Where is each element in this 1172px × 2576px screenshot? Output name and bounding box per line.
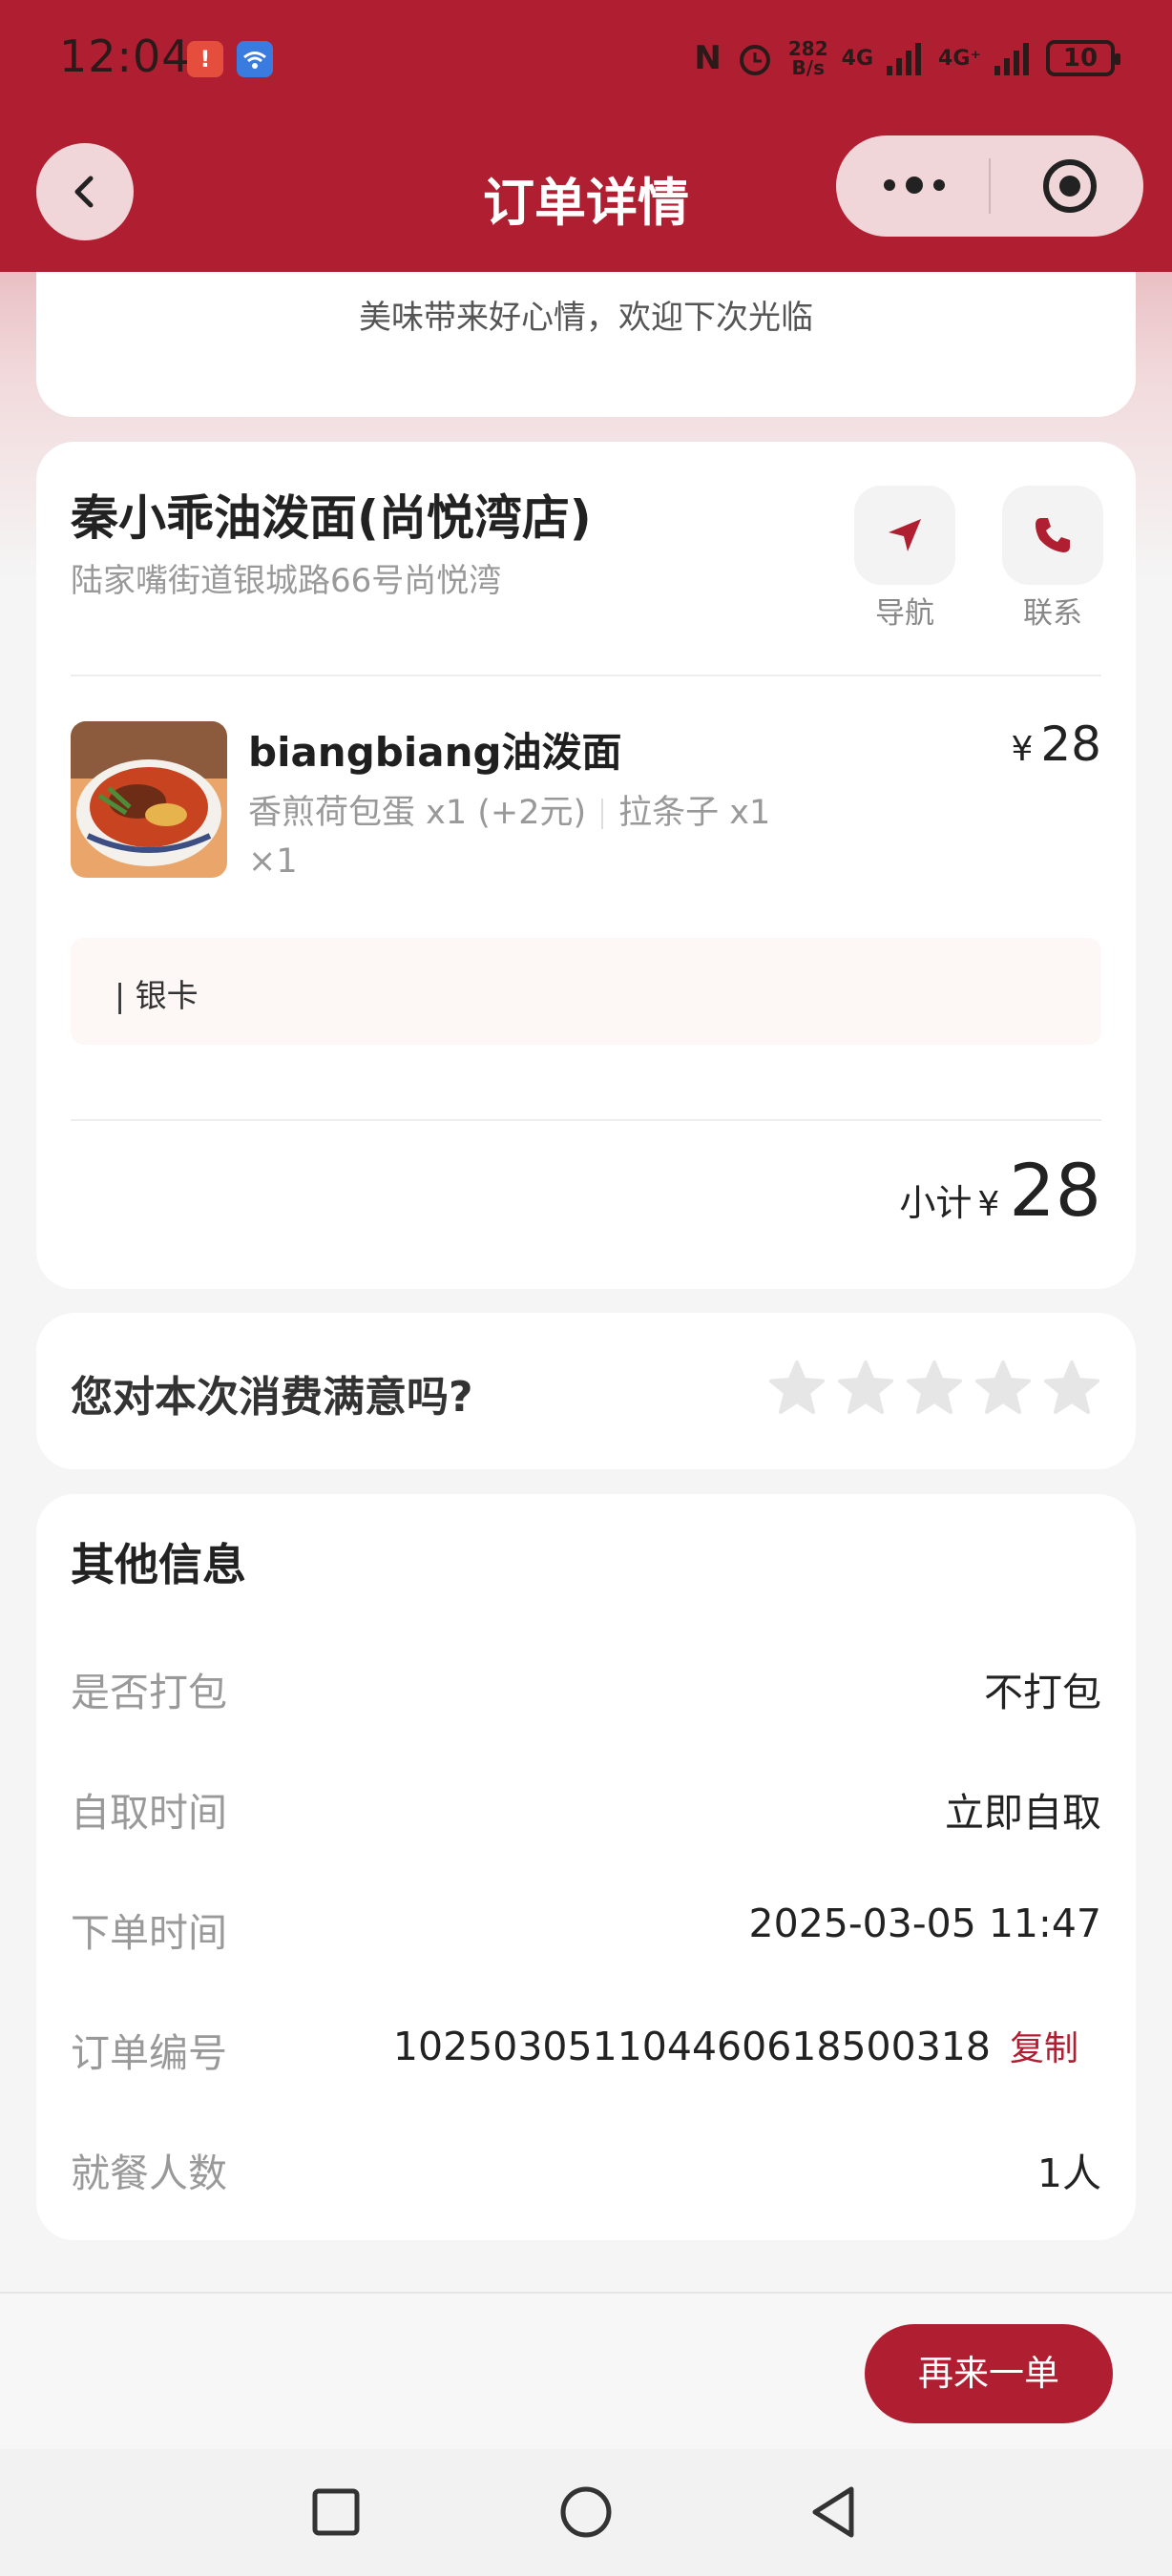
other-info-card: 其他信息 是否打包 不打包 自取时间 立即自取 下单时间 2025-03-05 … (36, 1494, 1136, 2240)
dish-price-value: 28 (1040, 717, 1101, 772)
alert-app-icon: ! (187, 41, 223, 77)
info-row-order-number: 订单编号 102503051104460618500318 复制 (71, 2021, 1101, 2078)
contact-button[interactable] (1002, 486, 1103, 585)
remark-text: | 银卡 (115, 977, 199, 1014)
close-mini-program-button[interactable] (1040, 156, 1099, 216)
mini-program-capsule (836, 135, 1143, 237)
system-navigation-bar (0, 2449, 1172, 2576)
info-value: 2025-03-05 11:47 (748, 1901, 1101, 1946)
status-time: 12:04 (59, 31, 191, 82)
navigate-label: 导航 (875, 596, 934, 631)
star-rating[interactable] (767, 1359, 1101, 1418)
net-speed: 282 B/s (788, 39, 828, 77)
more-dots-icon (884, 177, 945, 194)
subtotal-currency: ¥ (977, 1185, 1000, 1224)
info-value-with-copy: 102503051104460618500318 复制 (393, 2021, 1078, 2070)
star-icon[interactable] (973, 1359, 1033, 1418)
dish-spec-2: 拉条子 x1 (618, 794, 771, 832)
navigation-arrow-icon (889, 519, 921, 551)
capsule-divider (989, 158, 991, 214)
currency-symbol: ¥ (1011, 730, 1034, 769)
divider (71, 1119, 1101, 1121)
nfc-icon: N (694, 39, 722, 77)
info-row-packing: 是否打包 不打包 (71, 1660, 1101, 1717)
info-key: 自取时间 (71, 1790, 227, 1836)
home-icon[interactable] (559, 2485, 613, 2539)
dish-spec-1: 香煎荷包蛋 x1 (+2元) (248, 794, 587, 832)
bottom-action-bar: 再来一单 (0, 2292, 1172, 2449)
subtotal: 小计 ¥ 28 (899, 1148, 1101, 1233)
order-remark: | 银卡 (71, 938, 1101, 1045)
target-icon (1043, 159, 1097, 213)
net-speed-value: 282 (787, 37, 828, 60)
back-nav-icon[interactable] (809, 2485, 857, 2539)
dish-image (71, 721, 227, 878)
info-row-diners: 就餐人数 1人 (71, 2141, 1101, 2198)
more-button[interactable] (876, 166, 952, 204)
phone-icon (1036, 518, 1070, 552)
store-address: 陆家嘴街道银城路66号尚悦湾 (71, 562, 502, 600)
spec-separator (601, 799, 604, 829)
star-icon[interactable] (905, 1359, 964, 1418)
sim2-label: 4G⁺ (938, 46, 981, 71)
rating-question: 您对本次消费满意吗? (71, 1373, 473, 1422)
dish-price: ¥28 (1011, 717, 1101, 772)
rating-card: 您对本次消费满意吗? (36, 1313, 1136, 1469)
wifi-app-icon (237, 41, 273, 77)
info-key: 订单编号 (71, 2030, 227, 2076)
info-key: 是否打包 (71, 1670, 227, 1715)
other-info-title: 其他信息 (71, 1539, 246, 1590)
info-key: 下单时间 (71, 1910, 227, 1956)
dish-specs: 香煎荷包蛋 x1 (+2元) 拉条子 x1 (248, 785, 770, 834)
copy-button[interactable]: 复制 (1010, 2029, 1078, 2068)
divider (71, 675, 1101, 676)
signal-icon-2 (994, 43, 1029, 75)
info-value: 立即自取 (945, 1790, 1101, 1836)
star-icon[interactable] (836, 1359, 895, 1418)
info-row-pickup-time: 自取时间 立即自取 (71, 1780, 1101, 1838)
navigate-button[interactable] (854, 486, 955, 585)
info-row-order-time: 下单时间 2025-03-05 11:47 (71, 1901, 1101, 1958)
info-key: 就餐人数 (71, 2150, 227, 2196)
battery-icon: 10 (1046, 40, 1120, 76)
status-bar: 12:04 ! N 282 B/s 4G 4G⁺ 10 (0, 0, 1172, 119)
thanks-card: 美味带来好心情，欢迎下次光临 (36, 272, 1136, 417)
status-icons: N 282 B/s 4G 4G⁺ 10 (694, 34, 1120, 82)
info-value: 不打包 (984, 1670, 1101, 1715)
store-name: 秦小乖油泼面(尚悦湾店) (71, 490, 592, 546)
reorder-button[interactable]: 再来一单 (865, 2324, 1113, 2423)
recent-apps-icon[interactable] (311, 2487, 361, 2537)
subtotal-label: 小计 (899, 1182, 973, 1224)
info-value: 1人 (1036, 2150, 1101, 2196)
signal-icon (887, 43, 922, 75)
thanks-slogan: 美味带来好心情，欢迎下次光临 (359, 299, 813, 337)
order-card: 秦小乖油泼面(尚悦湾店) 陆家嘴街道银城路66号尚悦湾 导航 联系 biangb… (36, 442, 1136, 1289)
alarm-icon (739, 45, 770, 75)
net-speed-unit: B/s (791, 56, 825, 79)
sim1-label: 4G (841, 46, 874, 71)
subtotal-value: 28 (1009, 1148, 1101, 1233)
contact-label: 联系 (1023, 596, 1082, 631)
star-icon[interactable] (1042, 1359, 1101, 1418)
star-icon[interactable] (767, 1359, 827, 1418)
dish-quantity: ×1 (248, 842, 298, 881)
dish-name: biangbiang油泼面 (248, 729, 622, 776)
order-number: 102503051104460618500318 (392, 2024, 991, 2069)
